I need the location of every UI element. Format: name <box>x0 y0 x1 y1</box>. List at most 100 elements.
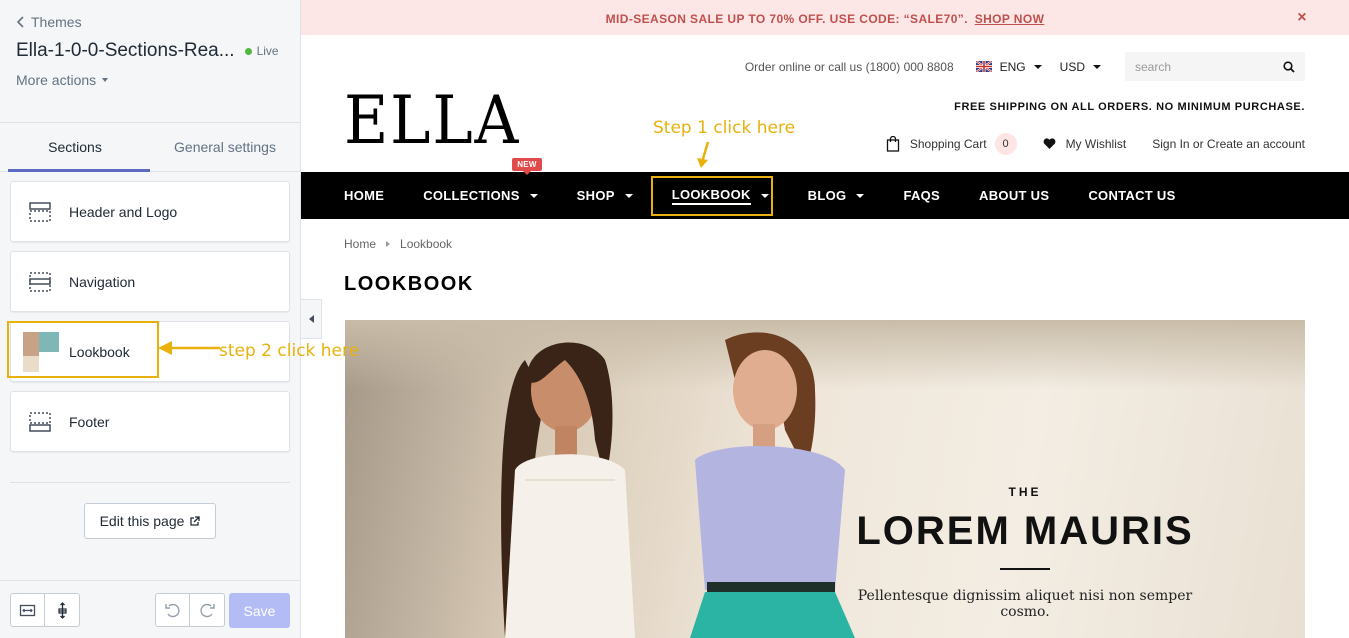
live-dot-icon <box>244 47 252 55</box>
section-navigation[interactable]: Navigation <box>10 251 290 312</box>
undo-icon <box>165 603 180 617</box>
caret-down-icon <box>1093 64 1101 69</box>
section-label: Footer <box>69 413 110 430</box>
header-section-icon <box>29 201 51 222</box>
save-button[interactable]: Save <box>229 593 290 628</box>
promo-bar: MID-SEASON SALE UP TO 70% OFF. USE CODE:… <box>301 0 1349 35</box>
back-to-themes-link[interactable]: Themes <box>16 14 284 30</box>
nav-item-home[interactable]: HOME <box>344 188 384 203</box>
breadcrumb: Home Lookbook <box>344 237 452 251</box>
collapse-arrow-icon <box>308 315 314 323</box>
sidebar-header: Themes Ella-1-0-0-Sections-Rea... Live M… <box>0 0 300 123</box>
nav-label: CONTACT US <box>1088 188 1176 203</box>
editor-tabs: Sections General settings <box>0 123 300 172</box>
model-right-illustration <box>690 332 855 638</box>
divider <box>10 482 290 483</box>
back-label: Themes <box>31 14 82 30</box>
sign-in-link[interactable]: Sign In or Create an account <box>1152 137 1305 151</box>
navigation-section-icon <box>29 271 51 292</box>
nav-label: BLOG <box>807 188 847 203</box>
nav-label: COLLECTIONS <box>423 188 520 203</box>
shopping-cart-link[interactable]: Shopping Cart <box>910 137 987 151</box>
breadcrumb-home-link[interactable]: Home <box>344 237 376 251</box>
hero-divider <box>1000 568 1050 570</box>
hero-caption: THE LOREM MAURIS Pellentesque dignissim … <box>845 485 1205 620</box>
collapse-sidebar-button[interactable] <box>301 299 322 339</box>
search-icon[interactable] <box>1283 60 1295 73</box>
promo-text: MID-SEASON SALE UP TO 70% OFF. USE CODE:… <box>605 12 968 26</box>
nav-item-shop[interactable]: SHOP <box>577 188 633 203</box>
hero-title: LOREM MAURIS <box>856 509 1194 553</box>
cart-count-badge: 0 <box>994 133 1017 155</box>
footer-section-icon <box>29 411 51 432</box>
nav-item-contact-us[interactable]: CONTACT US <box>1088 188 1175 203</box>
inspector-button[interactable] <box>45 593 80 627</box>
step-2-annotation: step 2 click here <box>219 341 360 361</box>
close-icon[interactable]: × <box>1297 9 1307 27</box>
edit-this-page-button[interactable]: Edit this page <box>84 503 216 539</box>
section-label: Header and Logo <box>69 203 178 220</box>
move-icon <box>57 601 67 619</box>
step-1-arrow-icon <box>697 141 710 168</box>
nav-item-collections[interactable]: COLLECTIONS NEW <box>423 158 542 203</box>
hero-subtitle: THE <box>1008 485 1042 499</box>
search-input[interactable]: search <box>1125 52 1305 81</box>
theme-editor-sidebar: Themes Ella-1-0-0-Sections-Rea... Live M… <box>0 0 301 638</box>
step-1-annotation: Step 1 click here <box>653 118 796 138</box>
caret-down-icon <box>624 193 633 198</box>
nav-label: HOME <box>344 188 385 203</box>
more-actions-dropdown[interactable]: More actions <box>16 72 284 88</box>
chevron-left-icon <box>16 16 24 28</box>
sidebar-footer: Save <box>0 580 300 638</box>
store-logo[interactable]: ELLA <box>344 88 520 154</box>
nav-item-about-us[interactable]: ABOUT US <box>979 188 1049 203</box>
edit-page-label: Edit this page <box>99 513 185 529</box>
status-badge: Live <box>244 44 279 58</box>
section-list: Header and Logo Navigation Lookbook Foot… <box>0 172 300 452</box>
currency-selector[interactable]: USD <box>1060 60 1101 74</box>
breadcrumb-separator-icon <box>386 241 391 247</box>
status-label: Live <box>256 44 279 58</box>
nav-label: FAQS <box>903 188 941 203</box>
tab-sections[interactable]: Sections <box>0 123 150 172</box>
storefront-preview: MID-SEASON SALE UP TO 70% OFF. USE CODE:… <box>301 0 1349 638</box>
external-link-icon <box>190 515 201 526</box>
shop-now-link[interactable]: SHOP NOW <box>975 12 1045 26</box>
top-utility-bar: Order online or call us (1800) 000 8808 … <box>745 52 1305 81</box>
step-2-arrow-icon <box>158 341 220 355</box>
page-title: LOOKBOOK <box>344 273 474 295</box>
fit-width-button[interactable] <box>10 593 45 627</box>
language-value: ENG <box>999 59 1026 74</box>
redo-icon <box>199 603 215 617</box>
breadcrumb-current: Lookbook <box>400 237 453 251</box>
wishlist-link[interactable]: My Wishlist <box>1066 137 1127 151</box>
main-navigation: HOME COLLECTIONS NEW SHOP LOOKBOOK BLOG … <box>301 158 1349 219</box>
shopping-bag-icon <box>886 136 899 152</box>
step-1-highlight-box <box>651 176 773 216</box>
free-shipping-notice: FREE SHIPPING ON ALL ORDERS. NO MINIMUM … <box>954 101 1305 113</box>
heart-icon <box>1043 138 1055 149</box>
theme-name: Ella-1-0-0-Sections-Rea... <box>16 40 235 61</box>
caret-down-icon <box>1033 64 1042 69</box>
language-selector[interactable]: ENG <box>1000 60 1042 74</box>
caret-down-icon <box>529 193 538 198</box>
search-placeholder: search <box>1135 59 1172 74</box>
caret-down-icon <box>856 193 865 198</box>
lookbook-hero-image: THE LOREM MAURIS Pellentesque dignissim … <box>345 320 1305 638</box>
tab-general-settings[interactable]: General settings <box>150 123 300 171</box>
expand-horizontal-icon <box>19 604 36 616</box>
more-actions-label: More actions <box>16 72 97 88</box>
caret-down-icon <box>102 78 109 82</box>
nav-item-blog[interactable]: BLOG <box>808 188 865 203</box>
nav-label: SHOP <box>576 188 615 203</box>
account-links: Shopping Cart 0 My Wishlist Sign In or C… <box>886 133 1305 155</box>
undo-button[interactable] <box>155 593 190 627</box>
section-label: Navigation <box>69 273 136 290</box>
nav-item-faqs[interactable]: FAQS <box>903 188 940 203</box>
redo-button[interactable] <box>190 593 225 627</box>
history-group <box>155 593 225 627</box>
section-header-and-logo[interactable]: Header and Logo <box>10 181 290 242</box>
nav-label: ABOUT US <box>979 188 1050 203</box>
section-footer[interactable]: Footer <box>10 391 290 452</box>
new-badge: NEW <box>512 158 542 175</box>
